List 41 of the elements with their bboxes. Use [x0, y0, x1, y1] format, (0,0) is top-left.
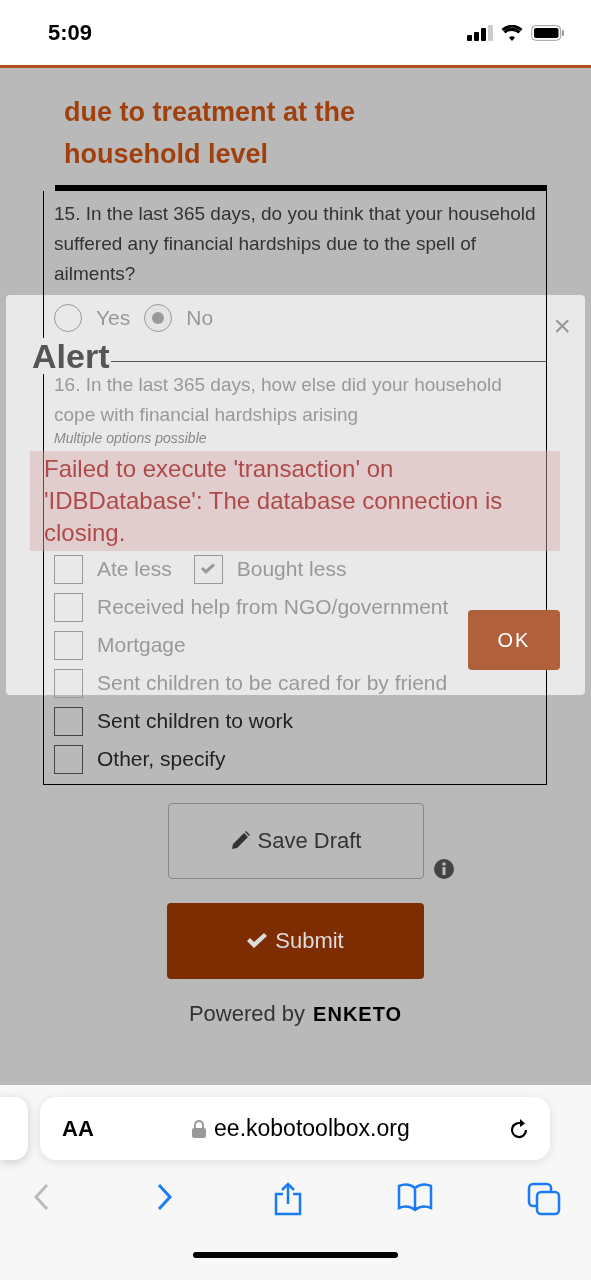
pencil-icon [229, 831, 250, 851]
checkbox-option[interactable]: Sent children to work [54, 702, 536, 740]
text-size-button[interactable]: AA [62, 1115, 94, 1142]
question-label: 15. In the last 365 days, do you think that your household suffered any financial hardships due to the spell of ailments? [54, 202, 536, 286]
tabs-icon [527, 1182, 561, 1216]
checkbox[interactable] [54, 668, 83, 698]
signal-icon [467, 24, 493, 41]
checkbox-option[interactable]: Bought less [193, 550, 347, 588]
checkbox[interactable] [54, 592, 83, 622]
book-icon [396, 1182, 433, 1212]
check-icon [201, 563, 216, 575]
address-bar[interactable]: AA ee.kobotoolbox.org [40, 1097, 550, 1160]
tab-card[interactable] [0, 1097, 28, 1160]
brand-logo[interactable]: ENKETO [313, 1003, 403, 1026]
checkbox-option[interactable]: Ate less [54, 550, 172, 588]
checkbox[interactable] [54, 554, 83, 584]
check-icon [247, 933, 268, 949]
question-label: 16. In the last 365 days, how else did your household cope with financial hardships arising [54, 373, 503, 427]
battery-icon [531, 24, 565, 41]
radio-option[interactable]: No [144, 299, 214, 337]
ok-button[interactable]: OK [468, 610, 560, 670]
close-button[interactable]: × [553, 311, 571, 341]
info-icon [433, 859, 454, 879]
submit-button[interactable]: Submit [167, 903, 424, 979]
section-heading: due to treatment at the household level [64, 96, 357, 171]
hint-text: Multiple options possible [54, 430, 208, 446]
checkbox[interactable] [54, 744, 83, 774]
checkbox[interactable] [54, 706, 83, 736]
share-icon [272, 1182, 303, 1216]
reload-icon [508, 1116, 530, 1141]
lock-icon [192, 1119, 207, 1138]
checkbox-option[interactable]: Other, specify [54, 740, 536, 778]
wifi-icon [501, 24, 523, 41]
error-message: Failed to execute 'transaction' on 'IDBDatabase': The database connection is closing. [30, 451, 560, 551]
alert-title: Alert [30, 338, 112, 374]
save-draft-button[interactable]: Save Draft [167, 803, 424, 879]
url-text: ee.kobotoolbox.org [214, 1115, 410, 1142]
clock-time: 5:09 [48, 19, 93, 46]
checkbox[interactable] [54, 630, 83, 660]
powered-by-text: Powered by [188, 1001, 306, 1027]
radio-option[interactable]: Yes [54, 299, 131, 337]
